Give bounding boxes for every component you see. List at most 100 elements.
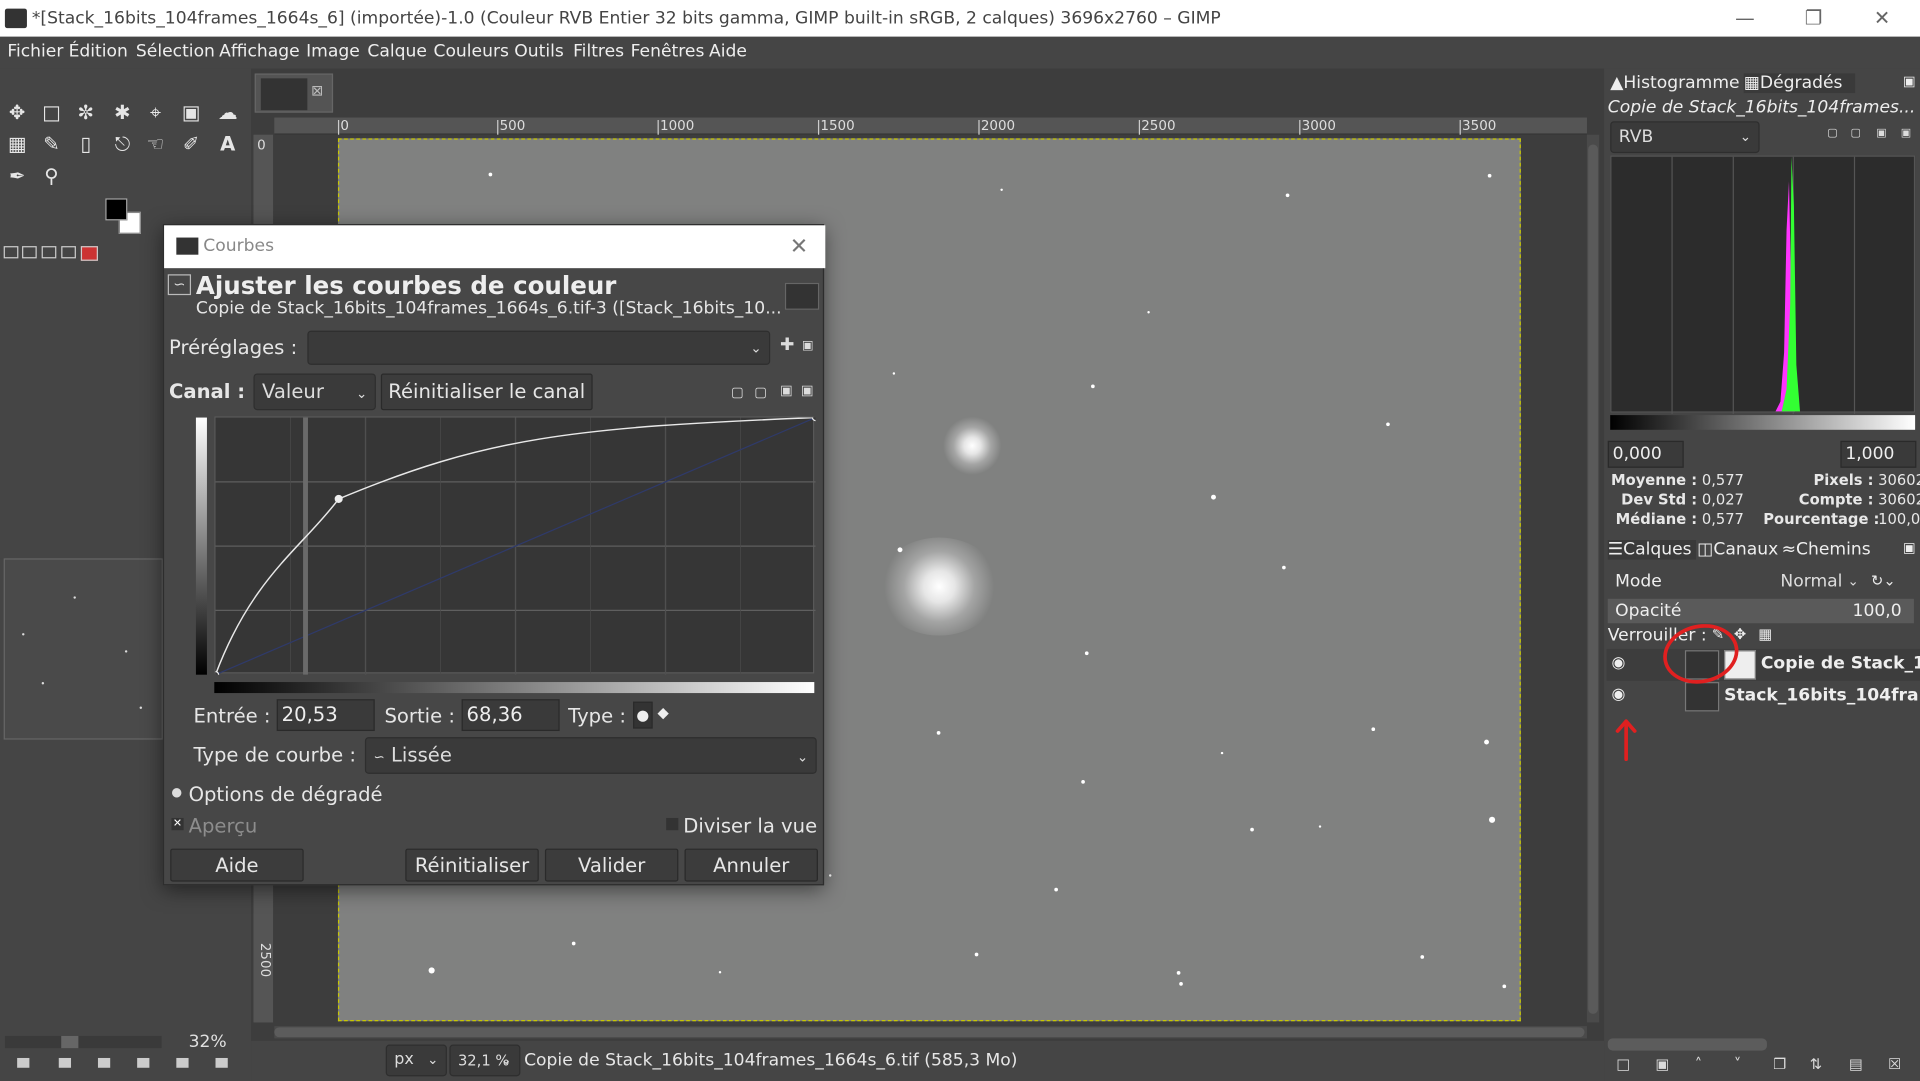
- preview-checkbox[interactable]: ✕: [171, 817, 184, 831]
- tab-degrades[interactable]: ▦Dégradés: [1743, 73, 1855, 94]
- curve-view2-icon[interactable]: ▣: [801, 382, 814, 398]
- preset-menu-icon[interactable]: ▣: [802, 339, 814, 352]
- ok-button[interactable]: Valider: [544, 848, 679, 882]
- opacity-slider[interactable]: Opacité 100,0: [1607, 598, 1914, 624]
- smooth-point-icon[interactable]: ●: [633, 701, 653, 729]
- zoom-select[interactable]: 32,1 % ⌄: [449, 1044, 521, 1077]
- menu-fichier[interactable]: Fichier: [7, 42, 63, 62]
- zoom-in-icon[interactable]: [58, 1057, 72, 1068]
- zoom-1-1-icon[interactable]: [97, 1057, 111, 1068]
- cancel-button[interactable]: Annuler: [684, 848, 818, 882]
- lasso-icon[interactable]: ✼: [71, 98, 100, 127]
- input-spinbox[interactable]: 20,53: [276, 699, 375, 732]
- corner-point-icon[interactable]: ◆: [658, 704, 669, 721]
- duplicate-layer-icon[interactable]: ❐: [1773, 1056, 1786, 1073]
- warp-icon[interactable]: ☁: [213, 98, 242, 127]
- navigation-preview[interactable]: [3, 558, 163, 740]
- maximize-button[interactable]: ❐: [1785, 0, 1841, 37]
- curves-graph[interactable]: [214, 416, 816, 675]
- histogram-view-icon[interactable]: ▣: [1873, 127, 1889, 143]
- close-tab-icon[interactable]: ⊠: [311, 82, 323, 99]
- add-preset-icon[interactable]: ✚: [780, 336, 794, 356]
- eraser-icon[interactable]: ▯: [71, 130, 100, 159]
- minimize-button[interactable]: —: [1717, 0, 1773, 37]
- tab-histogramme[interactable]: ▲Histogramme: [1610, 73, 1739, 93]
- histogram-channel-select[interactable]: RVB ⌄: [1610, 121, 1760, 154]
- zoom-fit-icon[interactable]: [137, 1057, 150, 1068]
- curve-view-icon[interactable]: ▣: [780, 382, 793, 398]
- color-picker-icon[interactable]: ✒: [2, 162, 31, 191]
- reset-channel-button[interactable]: Réinitialiser le canal: [380, 373, 593, 411]
- device-status-tab-icon[interactable]: [22, 246, 37, 259]
- blend-options-expander[interactable]: Options de dégradé: [189, 782, 383, 805]
- navigation-zoom-slider[interactable]: [4, 1035, 162, 1049]
- horizontal-scrollbar[interactable]: [274, 1026, 1587, 1039]
- raise-layer-icon[interactable]: ˄: [1695, 1056, 1702, 1073]
- curve-control-point[interactable]: [811, 417, 816, 422]
- zoom-out-icon[interactable]: [17, 1057, 30, 1068]
- images-tab-icon[interactable]: [61, 246, 76, 259]
- menu-fenetres[interactable]: Fenêtres: [631, 42, 705, 62]
- menu-couleurs[interactable]: Couleurs: [433, 42, 508, 62]
- expander-icon[interactable]: ●: [171, 786, 182, 799]
- vertical-scrollbar[interactable]: [1586, 134, 1600, 1023]
- new-group-icon[interactable]: ▣: [1656, 1056, 1670, 1073]
- layers-hscrollbar[interactable]: [1607, 1038, 1767, 1051]
- text-tool-icon[interactable]: A: [213, 130, 242, 159]
- lock-alpha-icon[interactable]: ▦: [1758, 626, 1772, 643]
- menu-calque[interactable]: Calque: [367, 42, 427, 62]
- merge-down-icon[interactable]: ⇅: [1810, 1056, 1822, 1073]
- lower-layer-icon[interactable]: ˅: [1734, 1056, 1741, 1073]
- menu-outils[interactable]: Outils: [514, 42, 564, 62]
- layer-row[interactable]: ◉ Stack_16bits_104fra: [1607, 681, 1920, 713]
- mode-switch-icon[interactable]: ↻⌄: [1871, 572, 1896, 589]
- rect-select-icon[interactable]: □: [37, 98, 66, 127]
- help-button[interactable]: Aide: [170, 848, 304, 882]
- unit-select[interactable]: px ⌄: [385, 1044, 447, 1077]
- clone-icon[interactable]: ⎋: [108, 130, 137, 159]
- add-mask-icon[interactable]: ▤: [1849, 1056, 1863, 1073]
- curve-control-point[interactable]: [334, 494, 343, 503]
- menu-selection[interactable]: Sélection: [136, 42, 215, 62]
- linear-scale-icon[interactable]: ▢: [1825, 127, 1841, 143]
- histogram-range-min[interactable]: 0,000: [1607, 440, 1684, 468]
- dialog-close-icon[interactable]: ✕: [790, 225, 808, 268]
- transform-icon[interactable]: ▣: [176, 98, 205, 127]
- delete-layer-icon[interactable]: ☒: [1888, 1056, 1901, 1073]
- log-scale-icon[interactable]: ▢: [1848, 127, 1864, 143]
- histogram-range-max[interactable]: 1,000: [1840, 440, 1917, 468]
- linear-scale-icon[interactable]: ▢: [731, 384, 744, 400]
- fuzzy-select-icon[interactable]: ✱: [108, 98, 137, 127]
- tool-options-tab-icon[interactable]: [3, 246, 19, 259]
- menu-affichage[interactable]: Affichage: [219, 42, 300, 62]
- log-scale-icon[interactable]: ▢: [754, 384, 767, 400]
- horizontal-ruler[interactable]: 0 500 1000 1500 2000 2500 3000 3500: [274, 117, 1587, 135]
- dock-menu-icon[interactable]: ▣: [1903, 540, 1916, 556]
- foreground-color-swatch[interactable]: [105, 198, 128, 221]
- layer-mode-select[interactable]: Normal ⌄: [1773, 567, 1866, 599]
- eye-icon[interactable]: ◉: [1611, 686, 1625, 704]
- tab-calques[interactable]: ☰Calques: [1607, 540, 1697, 560]
- gradient-icon[interactable]: ▦: [2, 130, 31, 159]
- close-window-button[interactable]: ✕: [1854, 0, 1910, 37]
- layer-row[interactable]: ◉ Copie de Stack_1: [1606, 648, 1920, 681]
- crop-icon[interactable]: ⌖: [141, 98, 170, 127]
- paths-icon[interactable]: ✐: [176, 130, 205, 159]
- move-tool-icon[interactable]: ✥: [2, 98, 31, 127]
- menu-image[interactable]: Image: [306, 42, 360, 62]
- paintbrush-icon[interactable]: ✎: [37, 130, 66, 159]
- menu-filtres[interactable]: Filtres: [573, 42, 624, 62]
- zoom-fill-icon[interactable]: [176, 1057, 189, 1068]
- eye-icon[interactable]: ◉: [1611, 654, 1625, 672]
- new-layer-icon[interactable]: □: [1616, 1056, 1630, 1073]
- split-view-checkbox[interactable]: [666, 817, 679, 831]
- tab-canaux[interactable]: ◫Canaux: [1697, 540, 1778, 560]
- image-tab[interactable]: ⊠: [254, 73, 334, 113]
- menu-edition[interactable]: Édition: [69, 42, 128, 62]
- menu-aide[interactable]: Aide: [709, 42, 747, 62]
- curve-type-select[interactable]: ∽ Lissée ⌄: [364, 737, 817, 774]
- zoom-tool-icon[interactable]: ⚲: [37, 162, 66, 191]
- histogram-plot[interactable]: [1610, 155, 1916, 414]
- navigation-tab-icon[interactable]: [80, 246, 98, 261]
- tab-chemins[interactable]: ≈Chemins: [1782, 540, 1871, 560]
